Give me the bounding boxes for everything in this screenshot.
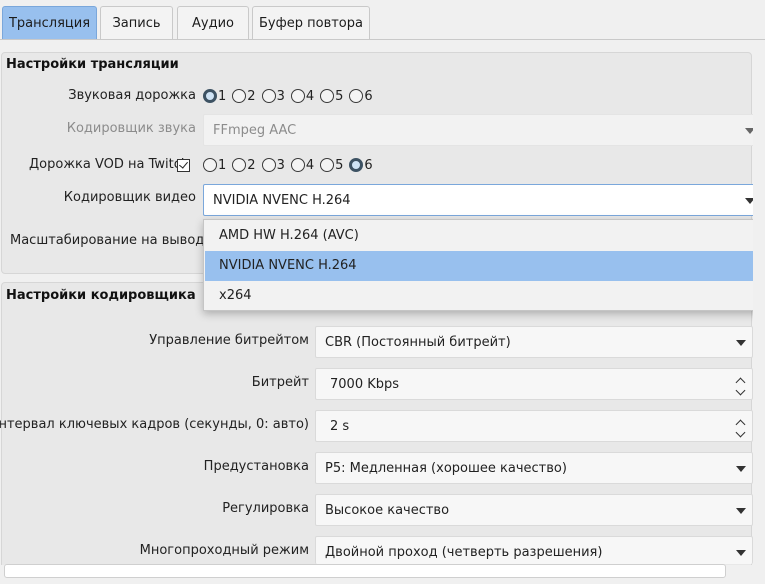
- tab-bar: Трансляция Запись Аудио Буфер повтора: [0, 0, 765, 40]
- radio-button[interactable]: [349, 89, 364, 103]
- audio-encoder-label: Кодировщик звука: [66, 121, 196, 136]
- vod-track-label: Дорожка VOD на Twitch: [29, 157, 190, 172]
- tuning-select[interactable]: Высокое качество: [315, 494, 753, 526]
- audio-track-option[interactable]: 4: [290, 89, 314, 104]
- vod-track-option[interactable]: 5: [320, 158, 343, 173]
- horizontal-scrollbar[interactable]: [4, 564, 726, 578]
- dropdown-option-selected[interactable]: NVIDIA NVENC H.264: [205, 251, 760, 281]
- multipass-label: Многопроходный режим: [139, 543, 309, 558]
- vod-track-option[interactable]: 1: [203, 158, 226, 173]
- radio-button[interactable]: [290, 158, 305, 172]
- tuning-label: Регулировка: [222, 501, 309, 516]
- audio-encoder-select: FFmpeg AAC: [203, 114, 762, 146]
- radio-button[interactable]: [203, 158, 217, 172]
- radio-button[interactable]: [232, 89, 247, 103]
- spin-down-icon[interactable]: [735, 427, 746, 438]
- audio-track-option[interactable]: 6: [349, 89, 373, 104]
- radio-button[interactable]: [261, 158, 276, 172]
- chevron-down-icon: [736, 508, 746, 514]
- video-encoder-dropdown: AMD HW H.264 (AVC) NVIDIA NVENC H.264 x2…: [203, 219, 762, 311]
- radio-button[interactable]: [320, 89, 335, 103]
- vod-track-checkbox[interactable]: [177, 159, 190, 172]
- video-encoder-label: Кодировщик видео: [63, 190, 196, 205]
- audio-track-radio-group: 1 2 3 4 5 6: [203, 87, 379, 105]
- chevron-down-icon: [736, 466, 746, 472]
- vod-track-option[interactable]: 2: [232, 158, 256, 173]
- vod-track-option[interactable]: 6: [349, 158, 373, 173]
- dropdown-option[interactable]: x264: [205, 281, 760, 311]
- tab-stream[interactable]: Трансляция: [2, 6, 97, 39]
- vertical-scrollbar[interactable]: [753, 52, 765, 584]
- audio-track-option[interactable]: 2: [232, 89, 256, 104]
- radio-button[interactable]: [290, 89, 305, 103]
- encoder-settings-title: Настройки кодировщика: [6, 288, 196, 303]
- radio-button[interactable]: [349, 158, 364, 172]
- bitrate-spinbox[interactable]: 7000 Kbps: [315, 368, 753, 400]
- radio-button[interactable]: [203, 89, 217, 103]
- rate-control-select[interactable]: CBR (Постоянный битрейт): [315, 326, 753, 358]
- keyframe-interval-spinbox[interactable]: 2 s: [315, 410, 753, 442]
- keyframe-interval-label: Интервал ключевых кадров (секунды, 0: ав…: [0, 417, 309, 432]
- dropdown-option[interactable]: AMD HW H.264 (AVC): [205, 221, 760, 251]
- radio-button[interactable]: [261, 89, 276, 103]
- preset-label: Предустановка: [203, 459, 309, 474]
- audio-track-option[interactable]: 5: [320, 89, 343, 104]
- tab-recording[interactable]: Запись: [100, 6, 173, 39]
- rate-control-label: Управление битрейтом: [149, 333, 309, 348]
- audio-track-label: Звуковая дорожка: [68, 88, 196, 103]
- tab-divider: [0, 39, 765, 40]
- chevron-down-icon: [736, 550, 746, 556]
- preset-select[interactable]: P5: Медленная (хорошее качество): [315, 452, 753, 484]
- vod-track-radio-group: 1 2 3 4 5 6: [203, 156, 379, 174]
- audio-track-option[interactable]: 1: [203, 89, 226, 104]
- vod-track-option[interactable]: 3: [261, 158, 285, 173]
- radio-button[interactable]: [320, 158, 335, 172]
- rescale-output-label: Масштабирование на выводе: [10, 233, 213, 248]
- vod-track-option[interactable]: 4: [290, 158, 314, 173]
- radio-button[interactable]: [232, 158, 247, 172]
- tab-replay-buffer[interactable]: Буфер повтора: [252, 6, 370, 39]
- audio-track-option[interactable]: 3: [261, 89, 285, 104]
- video-encoder-select[interactable]: NVIDIA NVENC H.264: [203, 184, 762, 216]
- multipass-select[interactable]: Двойной проход (четверть разрешения): [315, 536, 753, 564]
- stream-settings-title: Настройки трансляции: [6, 57, 179, 72]
- chevron-down-icon: [736, 340, 746, 346]
- spin-down-icon[interactable]: [735, 385, 746, 396]
- tab-audio[interactable]: Аудио: [177, 6, 249, 39]
- bitrate-label: Битрейт: [251, 375, 309, 390]
